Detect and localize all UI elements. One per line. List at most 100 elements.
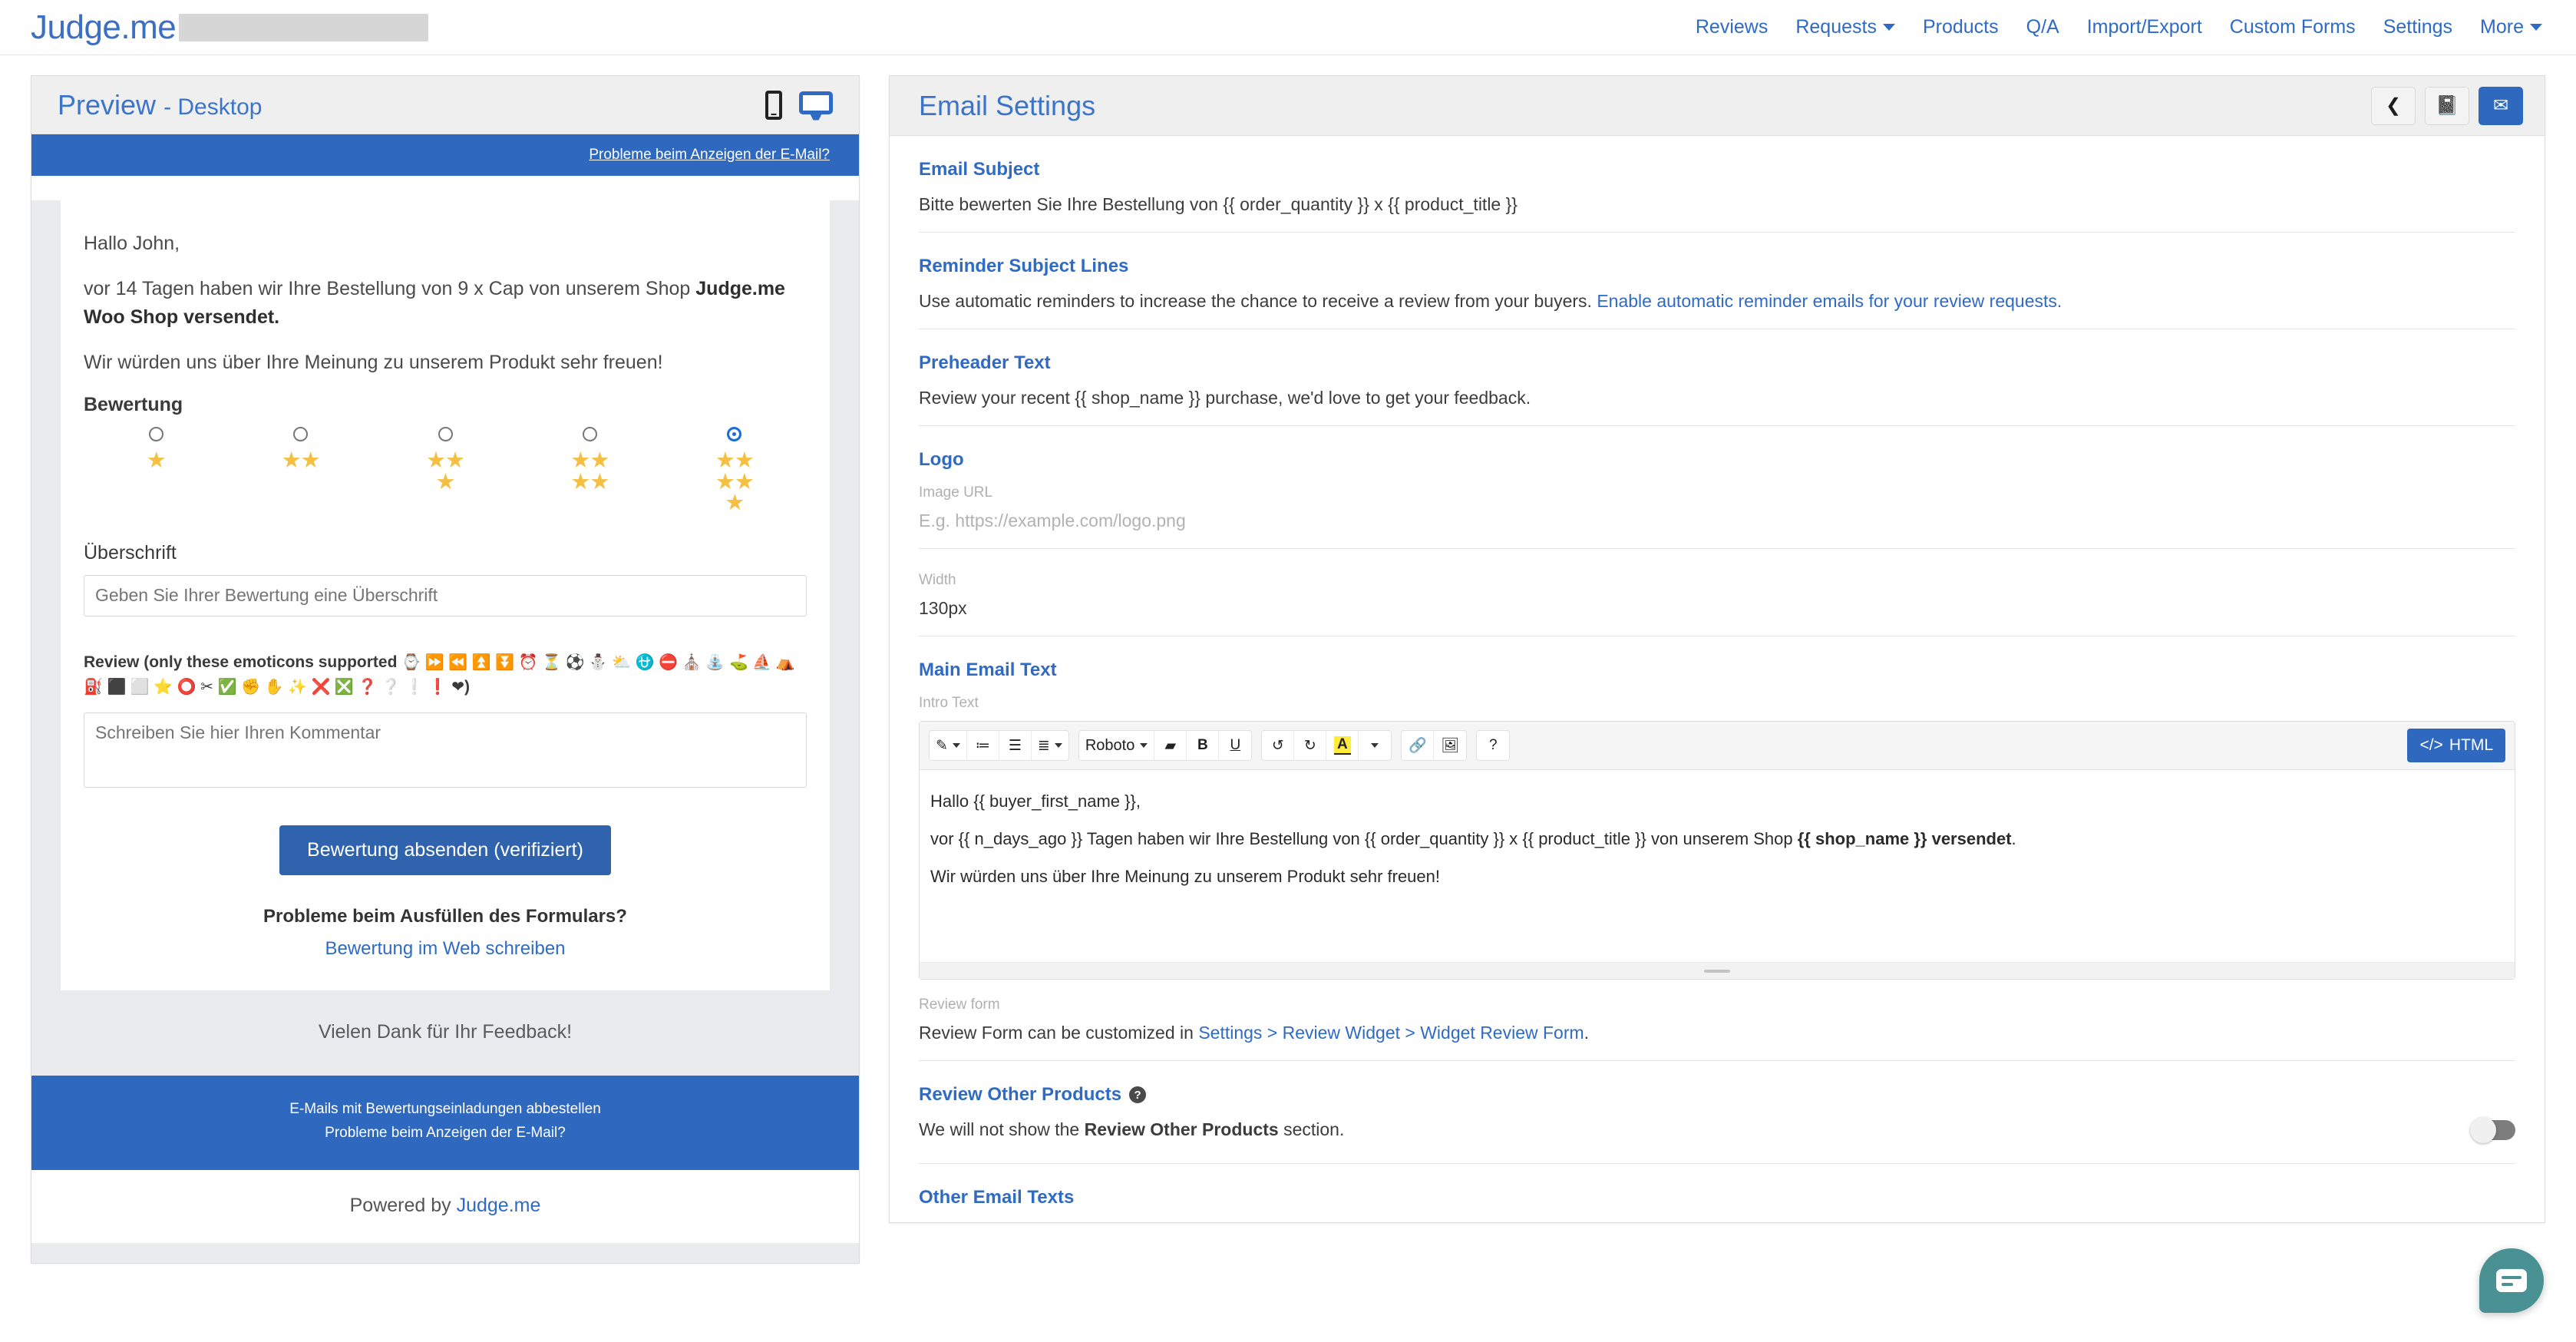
star-icon: ★ [590, 469, 609, 494]
preview-panel-header: Preview - Desktop [31, 76, 859, 134]
rating-option-5[interactable]: ★ ★ ★ ★ ★ [662, 427, 807, 514]
rating-radio[interactable] [582, 427, 597, 441]
nav-item-custom-forms[interactable]: Custom Forms [2230, 16, 2356, 38]
editor-line-opinion: Wir würden uns über Ihre Meinung zu unse… [930, 866, 1440, 886]
align-left-icon: ≣ [1037, 737, 1050, 754]
editor-content-area[interactable]: Hallo {{ buyer_first_name }}, vor {{ n_d… [920, 770, 2515, 962]
nav-item-requests[interactable]: Requests [1795, 16, 1895, 38]
editor-resize-handle[interactable] [920, 962, 2515, 979]
text-color-button[interactable]: A [1326, 731, 1359, 760]
undo-button[interactable]: ↺ [1262, 731, 1295, 760]
write-review-on-web-link[interactable]: Bewertung im Web schreiben [325, 938, 565, 959]
unsubscribe-link[interactable]: E-Mails mit Bewertungseinladungen abbest… [31, 1101, 859, 1118]
rating-option-2[interactable]: ★ ★ [228, 427, 372, 514]
enable-reminder-emails-link[interactable]: Enable automatic reminder emails for you… [1597, 291, 2062, 311]
thank-you-message: Vielen Dank für Ihr Feedback! [318, 1020, 573, 1043]
logo-heading: Logo [919, 449, 964, 470]
rating-stars: ★ [127, 450, 184, 472]
device-toggle-group [765, 90, 833, 121]
nav-item-settings[interactable]: Settings [2383, 16, 2452, 38]
nav-item-label: Import/Export [2086, 16, 2202, 38]
clear-formatting-button[interactable]: ▰ [1154, 731, 1187, 760]
rating-radio-selected[interactable] [727, 427, 742, 441]
image-icon: 🖼 [1441, 738, 1460, 754]
editor-line-order-text: vor {{ n_days_ago }} Tagen haben wir Ihr… [930, 828, 1798, 848]
nav-item-more[interactable]: More [2480, 16, 2542, 38]
rating-stars: ★ ★ ★ ★ [561, 448, 618, 494]
logo-width-label: Width [919, 572, 956, 588]
ordered-list-button[interactable]: ≔ [966, 731, 999, 760]
review-title-input[interactable] [84, 574, 807, 616]
text-color-dropdown[interactable] [1359, 731, 1392, 760]
nav-item-reviews[interactable]: Reviews [1696, 16, 1768, 38]
nav-item-import-export[interactable]: Import/Export [2087, 16, 2202, 38]
email-view-problem-link-bottom[interactable]: Probleme beim Anzeigen der E-Mail? [31, 1125, 859, 1142]
email-subject-value[interactable]: Bitte bewerten Sie Ihre Bestellung von {… [919, 194, 2515, 232]
rating-radio[interactable] [148, 427, 163, 441]
email-footer-bar: E-Mails mit Bewertungseinladungen abbest… [31, 1075, 859, 1170]
logo-image-url-placeholder: E.g. https://example.com/logo.png [919, 511, 1186, 531]
send-test-email-button[interactable]: ✉ [2479, 86, 2523, 125]
star-icon: ★ [734, 469, 755, 494]
email-view-problem-link-top[interactable]: Probleme beim Anzeigen der E-Mail? [589, 147, 830, 164]
nav-item-label: Custom Forms [2229, 16, 2356, 38]
settings-header-actions: ❮ 📓 ✉ [2371, 86, 2523, 125]
rating-radio[interactable] [293, 427, 309, 441]
divider [919, 232, 2515, 233]
desktop-preview-icon[interactable] [799, 91, 833, 121]
logo-image-url-input[interactable]: E.g. https://example.com/logo.png [919, 511, 2515, 548]
resize-grip-icon [1704, 969, 1730, 973]
preview-title-main: Preview [58, 88, 157, 121]
underline-button[interactable]: U [1219, 731, 1252, 760]
help-icon[interactable]: ? [1129, 1086, 1147, 1103]
supported-emoji-line-1: ⌚ ⏩ ⏪ ⏫ ⏬ ⏰ ⏳ ⚽ ⛄ ⛅ ⛎ ⛔ ⛪ ⛲ [401, 653, 725, 671]
powered-by-judgeme-link[interactable]: Judge.me [457, 1195, 541, 1216]
insert-image-button[interactable]: 🖼 [1434, 731, 1467, 760]
star-icon: ★ [570, 448, 590, 473]
monitor-screen [799, 91, 833, 114]
editor-help-button[interactable]: ? [1477, 731, 1510, 760]
email-content-card: Hallo John, vor 14 Tagen haben wir Ihre … [61, 200, 830, 990]
redo-button[interactable]: ↻ [1294, 731, 1327, 760]
nav-item-label: Settings [2383, 16, 2453, 38]
align-button[interactable]: ≣ [1031, 731, 1068, 760]
submit-review-button[interactable]: Bewertung absenden (verifiziert) [279, 825, 611, 875]
settings-content: Email Subject Bitte bewerten Sie Ihre Be… [890, 136, 2545, 1222]
chat-support-button[interactable] [2479, 1248, 2544, 1313]
review-comment-textarea[interactable] [84, 712, 807, 788]
manual-book-icon-button[interactable]: 📓 [2425, 86, 2469, 125]
submit-button-wrapper: Bewertung absenden (verifiziert) [84, 825, 807, 875]
rating-option-4[interactable]: ★ ★ ★ ★ [517, 427, 662, 514]
email-body: Hallo John, vor 14 Tagen haben wir Ihre … [31, 200, 859, 1076]
bold-button[interactable]: B [1187, 731, 1220, 760]
unordered-list-button[interactable]: ☰ [999, 731, 1032, 760]
toolbar-group-text: Roboto ▰ B U [1078, 730, 1253, 761]
code-icon: </> [2419, 736, 2443, 754]
back-chevron-icon-button[interactable]: ❮ [2371, 86, 2416, 125]
insert-link-button[interactable]: 🔗 [1402, 731, 1435, 760]
nav-item-products[interactable]: Products [1923, 16, 1999, 38]
nav-item-label: Q/A [2026, 16, 2059, 38]
nav-item-label: Requests [1795, 16, 1877, 38]
star-icon: ★ [590, 448, 609, 473]
chat-bubble-icon [2496, 1269, 2527, 1292]
rating-radio[interactable] [438, 427, 453, 441]
logo-width-value[interactable]: 130px [919, 598, 2515, 636]
rating-option-3[interactable]: ★ ★ ★ [373, 427, 517, 514]
editor-line-greeting: Hallo {{ buyer_first_name }}, [930, 792, 1141, 811]
html-view-button[interactable]: </> HTML [2407, 729, 2505, 762]
widget-review-form-link[interactable]: Settings > Review Widget > Widget Review… [1198, 1023, 1584, 1043]
mobile-preview-icon[interactable] [765, 90, 782, 120]
nav-item-qa[interactable]: Q/A [2026, 16, 2059, 38]
review-form-text: Review Form can be customized in [919, 1023, 1199, 1043]
font-family-select[interactable]: Roboto [1078, 731, 1155, 760]
rating-option-1[interactable]: ★ [84, 427, 228, 514]
review-other-products-toggle[interactable] [2470, 1116, 2515, 1143]
brand-logo[interactable]: Judge.me [31, 10, 429, 45]
powered-by-row: Powered by Judge.me [31, 1169, 859, 1243]
star-icon: ★ [725, 491, 745, 516]
toggle-knob [2470, 1116, 2496, 1143]
preheader-text-value[interactable]: Review your recent {{ shop_name }} purch… [919, 388, 2515, 425]
logo-image-url-label: Image URL [919, 484, 993, 501]
format-painter-icon-button[interactable]: ✎ [930, 731, 967, 760]
